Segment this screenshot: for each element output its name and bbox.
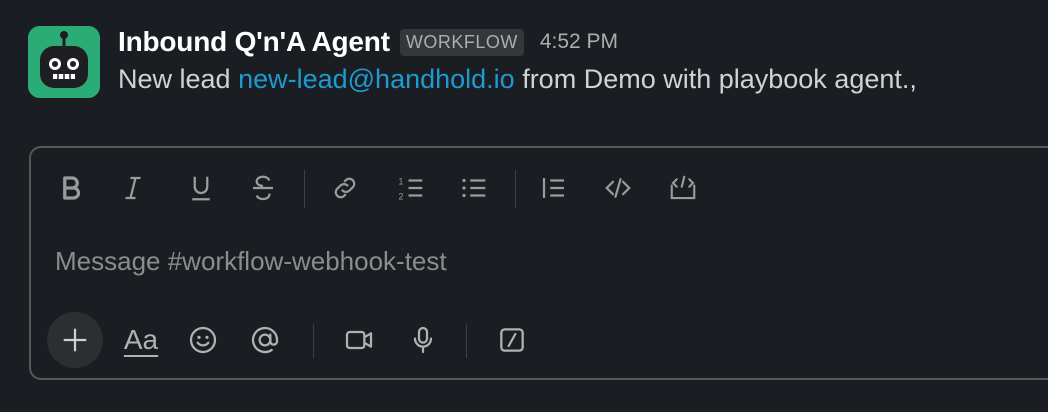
microphone-icon <box>413 326 433 354</box>
toolbar-divider <box>304 170 305 208</box>
formatting-toolbar: 12 <box>31 168 1048 208</box>
code-block-icon <box>670 175 696 200</box>
message-text: New lead new-lead@handhold.io from Demo … <box>118 64 1028 95</box>
format-label: Aa <box>123 324 159 355</box>
bot-avatar[interactable] <box>28 26 100 98</box>
underline-icon <box>192 176 210 201</box>
message: Inbound Q'n'A Agent WORKFLOW 4:52 PM New… <box>28 24 1028 104</box>
bold-icon <box>63 176 81 200</box>
svg-text:1: 1 <box>399 176 404 186</box>
email-link[interactable]: new-lead@handhold.io <box>238 64 515 94</box>
strikethrough-button[interactable] <box>243 168 283 208</box>
message-header: Inbound Q'n'A Agent WORKFLOW 4:52 PM <box>118 24 1028 60</box>
emoji-button[interactable] <box>181 318 225 362</box>
toolbar-divider <box>466 324 467 358</box>
workflow-badge: WORKFLOW <box>399 28 524 56</box>
emoji-icon <box>189 326 217 354</box>
message-input[interactable]: Message #workflow-webhook-test <box>55 246 447 277</box>
bulleted-list-icon <box>462 178 486 198</box>
italic-button[interactable] <box>113 168 153 208</box>
message-composer: 12 Message #workflow-webhook-test Aa <box>29 146 1048 380</box>
italic-icon <box>125 176 141 200</box>
video-icon <box>345 330 373 350</box>
attach-button[interactable] <box>47 312 103 368</box>
toolbar-divider <box>515 170 516 208</box>
sender-name[interactable]: Inbound Q'n'A Agent <box>118 26 390 58</box>
plus-icon <box>63 328 87 352</box>
ordered-list-button[interactable]: 12 <box>391 168 431 208</box>
message-text-before: New lead <box>118 64 239 94</box>
robot-icon <box>28 26 100 98</box>
svg-text:2: 2 <box>399 191 404 201</box>
message-body: Inbound Q'n'A Agent WORKFLOW 4:52 PM New… <box>118 24 1028 95</box>
link-icon <box>334 177 356 199</box>
blockquote-icon <box>542 178 564 198</box>
audio-clip-button[interactable] <box>401 318 445 362</box>
code-block-button[interactable] <box>663 168 703 208</box>
underline-button[interactable] <box>181 168 221 208</box>
timestamp[interactable]: 4:52 PM <box>540 30 618 54</box>
formatting-toggle-button[interactable]: Aa <box>117 318 165 362</box>
toolbar-divider <box>313 324 314 358</box>
composer-actions: Aa <box>31 312 1048 368</box>
mention-icon <box>251 326 279 354</box>
bold-button[interactable] <box>51 168 91 208</box>
slash-command-icon <box>500 328 524 352</box>
shortcuts-button[interactable] <box>490 318 534 362</box>
bulleted-list-button[interactable] <box>454 168 494 208</box>
blockquote-button[interactable] <box>534 168 574 208</box>
strikethrough-icon <box>253 175 273 201</box>
code-button[interactable] <box>598 168 638 208</box>
video-clip-button[interactable] <box>337 318 381 362</box>
link-button[interactable] <box>325 168 365 208</box>
ordered-list-icon: 12 <box>399 176 423 201</box>
mention-button[interactable] <box>243 318 287 362</box>
message-text-after: from Demo with playbook agent., <box>514 64 917 94</box>
code-icon <box>605 178 631 198</box>
